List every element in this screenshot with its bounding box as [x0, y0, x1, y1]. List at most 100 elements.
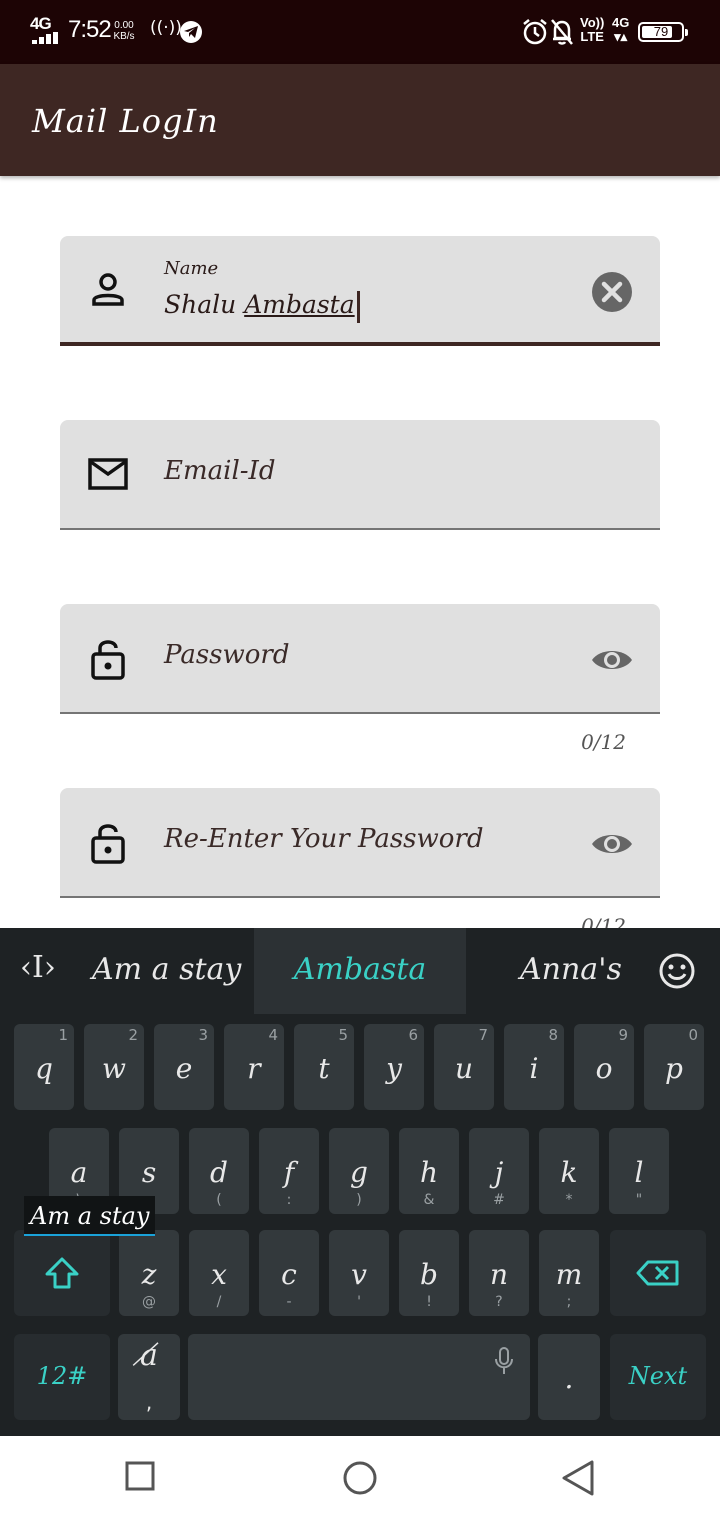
key-h[interactable]: h &	[399, 1128, 459, 1214]
shift-icon	[45, 1257, 79, 1289]
key-g[interactable]: g)	[329, 1128, 389, 1214]
key-x[interactable]: x /	[189, 1230, 249, 1316]
backspace-key[interactable]	[610, 1230, 706, 1316]
recent-apps-icon[interactable]	[124, 1460, 156, 1492]
key-j[interactable]: j #	[469, 1128, 529, 1214]
volte-indicator: Vo)) LTE	[580, 15, 605, 44]
key-hint: @	[142, 1294, 156, 1310]
suggestion-1[interactable]: Am a stay	[92, 952, 241, 987]
key-q[interactable]: q1	[14, 1024, 74, 1110]
key-hint: '	[357, 1294, 361, 1310]
key-hint: "	[635, 1192, 643, 1208]
next-button[interactable]: Next	[610, 1334, 706, 1420]
key-hint: :	[286, 1192, 292, 1208]
hotspot-icon: ((·))	[150, 18, 182, 38]
key-e[interactable]: e3	[154, 1024, 214, 1110]
key-d[interactable]: d(	[189, 1128, 249, 1214]
home-icon[interactable]	[342, 1460, 378, 1496]
suggestion-3[interactable]: Anna's	[520, 952, 622, 987]
key-k[interactable]: k *	[539, 1128, 599, 1214]
key-v[interactable]: v '	[329, 1230, 389, 1316]
key-hint: 9	[618, 1026, 628, 1044]
emoji-icon[interactable]	[658, 952, 696, 990]
email-placeholder: Email-Id	[164, 456, 276, 486]
network-speed: 0.00 KB/s	[113, 20, 135, 42]
key-r[interactable]: r4	[224, 1024, 284, 1110]
key-p[interactable]: p0	[644, 1024, 704, 1110]
key-y[interactable]: y6	[364, 1024, 424, 1110]
mail-icon	[88, 458, 128, 490]
key-hint: ;	[566, 1294, 572, 1310]
key-c[interactable]: c-	[259, 1230, 319, 1316]
key-hint: 2	[128, 1026, 138, 1044]
notifications-off-icon	[551, 19, 573, 45]
reenter-password-field[interactable]: Re-Enter Your Password	[60, 788, 660, 898]
alarm-icon	[523, 19, 547, 45]
key-hint: /	[216, 1294, 222, 1310]
page-title: Mail LogIn	[32, 102, 219, 140]
reenter-password-placeholder: Re-Enter Your Password	[164, 824, 484, 854]
key-i[interactable]: i8	[504, 1024, 564, 1110]
key-l[interactable]: l "	[609, 1128, 669, 1214]
visibility-icon[interactable]	[590, 638, 634, 682]
key-hint: 8	[548, 1026, 558, 1044]
name-value: Shalu Ambasta	[164, 290, 360, 323]
telegram-icon	[180, 21, 202, 43]
status-bar: 4G 7:52 0.00 KB/s ((·)) Vo)) LTE 4G ▾▴ 7…	[0, 0, 720, 64]
suggestion-2[interactable]: Ambasta	[254, 928, 466, 1014]
language-icon: a̸	[140, 1338, 158, 1373]
key-hint: 1	[58, 1026, 68, 1044]
key-z[interactable]: z @	[119, 1230, 179, 1316]
shift-key[interactable]	[14, 1230, 110, 1316]
key-b[interactable]: b!	[399, 1230, 459, 1316]
clear-icon[interactable]	[590, 270, 634, 314]
key-m[interactable]: m;	[539, 1230, 599, 1316]
key-hint: !	[426, 1294, 432, 1310]
period-key[interactable]: .	[538, 1334, 600, 1420]
soft-keyboard: ‹I› Am a stay Ambasta Anna's q1w2e3r4t5y…	[0, 928, 720, 1436]
key-hint: 7	[478, 1026, 488, 1044]
symbols-key[interactable]: 12#	[14, 1334, 110, 1420]
space-key[interactable]	[188, 1334, 530, 1420]
battery-percent: 79	[653, 24, 669, 39]
key-n[interactable]: n?	[469, 1230, 529, 1316]
key-t[interactable]: t5	[294, 1024, 354, 1110]
text-cursor	[356, 290, 360, 323]
password-field[interactable]: Password	[60, 604, 660, 714]
key-f[interactable]: f:	[259, 1128, 319, 1214]
clock: 7:52	[68, 16, 112, 43]
key-hint: 5	[338, 1026, 348, 1044]
name-field[interactable]: Name Shalu Ambasta	[60, 236, 660, 346]
back-icon[interactable]	[560, 1460, 596, 1496]
backspace-icon	[636, 1260, 679, 1286]
key-u[interactable]: u7	[434, 1024, 494, 1110]
microphone-icon	[495, 1347, 513, 1374]
signal-icon	[32, 32, 62, 44]
lock-open-icon	[91, 824, 125, 864]
key-hint: 6	[408, 1026, 418, 1044]
password-counter: 0/12	[581, 730, 626, 754]
key-hint: ?	[495, 1294, 503, 1310]
data-indicator: 4G ▾▴	[612, 15, 630, 44]
visibility-icon[interactable]	[590, 822, 634, 866]
navigation-bar	[0, 1436, 720, 1520]
key-w[interactable]: w2	[84, 1024, 144, 1110]
email-field[interactable]: Email-Id	[60, 420, 660, 530]
key-hint: 0	[688, 1026, 698, 1044]
password-placeholder: Password	[164, 640, 290, 670]
key-hint: -	[286, 1294, 292, 1310]
key-hint: #	[493, 1192, 505, 1208]
key-hint: 3	[198, 1026, 208, 1044]
comma-key[interactable]: a̸ ,	[118, 1334, 180, 1420]
suggestion-popup: Am a stay	[24, 1196, 156, 1236]
suggestion-bar: ‹I› Am a stay Ambasta Anna's	[0, 928, 720, 1014]
battery-icon: 79	[638, 22, 688, 42]
network-type: 4G	[30, 14, 52, 33]
cursor-control-icon[interactable]: ‹I›	[20, 950, 56, 985]
key-o[interactable]: o9	[574, 1024, 634, 1110]
key-hint: *	[565, 1192, 573, 1208]
key-hint: (	[216, 1192, 222, 1208]
key-hint: 4	[268, 1026, 278, 1044]
lock-open-icon	[91, 640, 125, 680]
name-label: Name	[164, 258, 219, 279]
